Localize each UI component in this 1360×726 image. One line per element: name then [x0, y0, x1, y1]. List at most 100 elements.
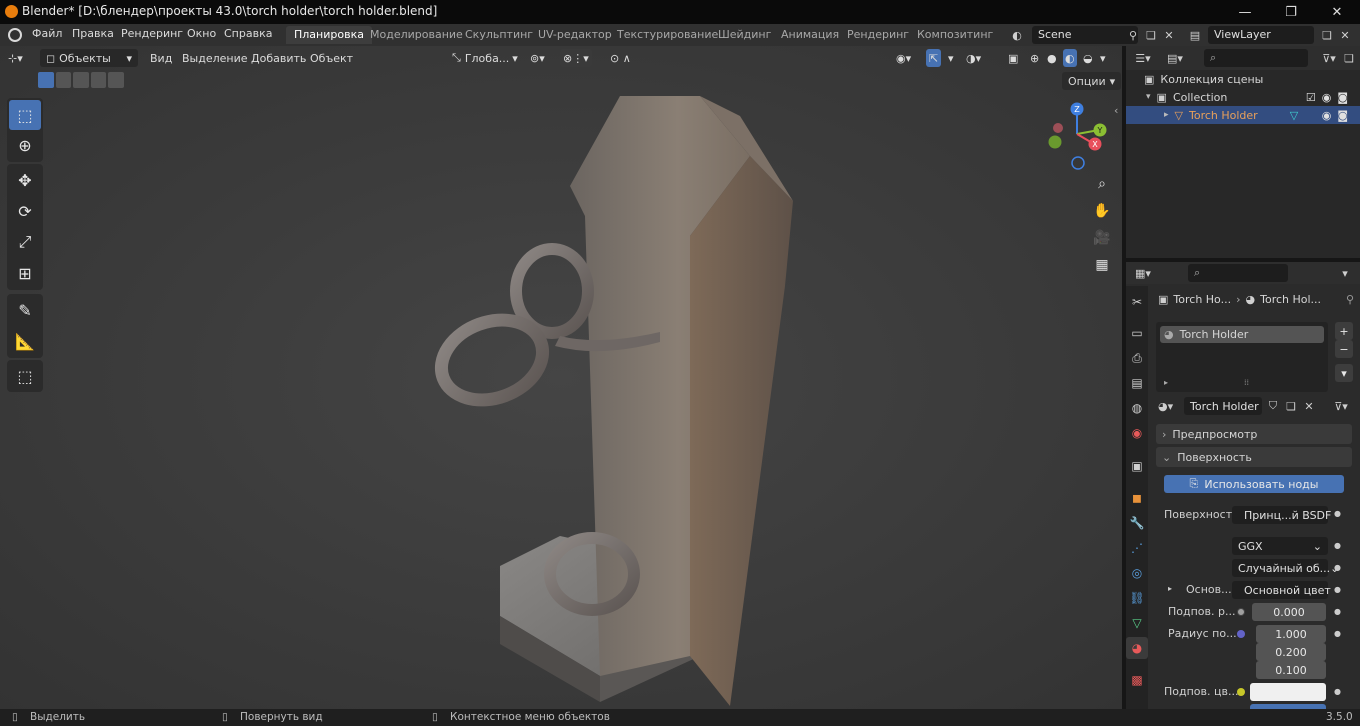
- pin-icon[interactable]: ⚲: [1346, 293, 1354, 306]
- scene-selector[interactable]: Scene: [1032, 26, 1138, 44]
- output-tab-icon[interactable]: ⎙: [1126, 347, 1148, 369]
- subsurface-color-swatch[interactable]: [1250, 683, 1326, 701]
- tab-uv-editing[interactable]: UV-редактор: [530, 26, 620, 44]
- pin-icon[interactable]: ⚲: [1124, 26, 1142, 44]
- sidebar-toggle-icon[interactable]: ‹: [1114, 104, 1118, 117]
- navigation-gizmo[interactable]: Z Y X: [1044, 100, 1114, 174]
- wireframe-shading-icon[interactable]: ⊕: [1030, 49, 1039, 67]
- scene-icon[interactable]: ◐: [1008, 26, 1026, 44]
- editor-type-button[interactable]: ⊹▾: [8, 49, 23, 67]
- zoom-icon[interactable]: ⌕: [1090, 172, 1114, 196]
- keyframe-dot-icon[interactable]: ●: [1334, 687, 1341, 696]
- use-nodes-button[interactable]: ⎘ Использовать ноды: [1164, 475, 1344, 493]
- pivot-point-icon[interactable]: ⊚▾: [530, 49, 545, 67]
- delete-view-layer-icon[interactable]: ✕: [1336, 26, 1354, 44]
- tab-shading[interactable]: Шейдинг: [710, 26, 779, 44]
- outliner-editor-icon[interactable]: ☰▾: [1134, 49, 1152, 67]
- keyframe-dot-icon[interactable]: ●: [1334, 585, 1341, 594]
- tab-layout[interactable]: Планировка: [286, 26, 372, 44]
- tab-animation[interactable]: Анимация: [773, 26, 847, 44]
- render-tab-icon[interactable]: ▭: [1126, 322, 1148, 344]
- menu-add[interactable]: Добавить: [251, 49, 306, 67]
- select-extend-icon[interactable]: [55, 72, 72, 88]
- properties-options-icon[interactable]: ▾: [1336, 264, 1354, 282]
- select-intersect-icon[interactable]: [108, 72, 124, 88]
- mode-dropdown[interactable]: ◻ Объекты ▾: [40, 49, 138, 67]
- transform-tool[interactable]: ⊞: [9, 258, 41, 288]
- perspective-grid-icon[interactable]: ▦: [1090, 253, 1114, 277]
- new-collection-icon[interactable]: ❏: [1340, 49, 1358, 67]
- delete-scene-icon[interactable]: ✕: [1160, 26, 1178, 44]
- surface-shader-field[interactable]: Принц...й BSDF: [1232, 506, 1331, 524]
- radius-x-field[interactable]: 1.000: [1256, 625, 1326, 643]
- subsurface-field[interactable]: 0.000: [1252, 603, 1326, 621]
- shading-dropdown-icon[interactable]: ▾: [1100, 49, 1106, 67]
- collection-tab-icon[interactable]: ▣: [1126, 455, 1148, 477]
- scene-tab-icon[interactable]: ◍: [1126, 397, 1148, 419]
- particles-tab-icon[interactable]: ⋰: [1126, 537, 1148, 559]
- camera-icon[interactable]: ◙: [1337, 91, 1348, 104]
- fake-user-icon[interactable]: ⛉: [1264, 397, 1282, 415]
- material-browse-button[interactable]: ◕▾: [1158, 397, 1182, 415]
- menu-render[interactable]: Рендеринг: [121, 27, 183, 40]
- keyframe-dot-icon[interactable]: ●: [1334, 629, 1341, 638]
- tab-compositing[interactable]: Композитинг: [909, 26, 1001, 44]
- 3d-viewport[interactable]: [0, 46, 1122, 709]
- distribution-dropdown[interactable]: GGX ⌄: [1232, 537, 1328, 555]
- keyframe-dot-icon[interactable]: ●: [1334, 541, 1341, 550]
- constraints-tab-icon[interactable]: ⛓: [1126, 587, 1148, 609]
- material-tab-icon[interactable]: ◕: [1126, 637, 1148, 659]
- tab-texture-paint[interactable]: Текстурирование: [609, 26, 726, 44]
- exclude-checkbox-icon[interactable]: ☑: [1306, 91, 1316, 104]
- xray-icon[interactable]: ▣: [1008, 49, 1018, 67]
- tab-rendering[interactable]: Рендеринг: [839, 26, 917, 44]
- slot-link-icon[interactable]: ⊽▾: [1328, 397, 1354, 415]
- gizmo-neg-x[interactable]: [1053, 123, 1063, 133]
- expand-arrow-icon[interactable]: ▸: [1168, 584, 1172, 593]
- outliner-row-collection[interactable]: ▾ ▣ Collection ☑ ◉ ◙: [1126, 88, 1360, 106]
- radius-z-field[interactable]: 0.100: [1256, 661, 1326, 679]
- menu-select[interactable]: Выделение: [182, 49, 248, 67]
- panel-preview[interactable]: › Предпросмотр: [1156, 424, 1352, 444]
- snap-icon[interactable]: ⊗⋮▾: [560, 49, 592, 67]
- measure-tool[interactable]: 📐: [9, 326, 41, 356]
- select-invert-icon[interactable]: [90, 72, 107, 88]
- properties-search-input[interactable]: ⌕: [1188, 264, 1288, 282]
- camera-view-icon[interactable]: 🎥: [1090, 226, 1114, 250]
- data-tab-icon[interactable]: ▽: [1126, 612, 1148, 634]
- slot-specials-button[interactable]: ▾: [1335, 364, 1353, 382]
- menu-window[interactable]: Окно: [187, 27, 216, 40]
- remove-slot-button[interactable]: −: [1335, 340, 1353, 358]
- select-box-tool[interactable]: ⬚: [9, 100, 41, 130]
- texture-tab-icon[interactable]: ▩: [1126, 669, 1148, 691]
- gizmo-toggle-icon[interactable]: ⇱: [926, 49, 942, 67]
- cursor-tool[interactable]: ⊕: [9, 130, 41, 160]
- expand-arrow-icon[interactable]: ▾: [1146, 92, 1151, 102]
- view-layer-icon[interactable]: ▤: [1186, 26, 1204, 44]
- visibility-icon[interactable]: ◉▾: [896, 49, 911, 67]
- base-color-field[interactable]: Основной цвет: [1232, 581, 1331, 599]
- options-dropdown[interactable]: Опции ▾: [1062, 72, 1122, 90]
- outliner-search-input[interactable]: ⌕: [1204, 49, 1308, 67]
- menu-file[interactable]: Файл: [32, 27, 62, 40]
- duplicate-material-icon[interactable]: ❏: [1282, 397, 1300, 415]
- menu-edit[interactable]: Правка: [72, 27, 114, 40]
- menu-object[interactable]: Объект: [310, 49, 353, 67]
- eye-icon[interactable]: ◉: [1322, 109, 1332, 122]
- modifier-tab-icon[interactable]: 🔧: [1126, 512, 1148, 534]
- overlays-icon[interactable]: ◑▾: [966, 49, 981, 67]
- keyframe-dot-icon[interactable]: ●: [1334, 509, 1341, 518]
- new-view-layer-icon[interactable]: ❏: [1318, 26, 1336, 44]
- tab-modeling[interactable]: Моделирование: [362, 26, 471, 44]
- filter-icon[interactable]: ⊽▾: [1320, 49, 1338, 67]
- select-new-icon[interactable]: [38, 72, 54, 88]
- pan-hand-icon[interactable]: ✋: [1090, 199, 1114, 223]
- move-tool[interactable]: ✥: [9, 165, 41, 195]
- rendered-shading-icon[interactable]: ◒: [1083, 49, 1093, 67]
- solid-shading-icon[interactable]: ●: [1047, 49, 1057, 67]
- world-tab-icon[interactable]: ◉: [1126, 422, 1148, 444]
- camera-icon[interactable]: ◙: [1337, 109, 1348, 122]
- radius-y-field[interactable]: 0.200: [1256, 643, 1326, 661]
- physics-tab-icon[interactable]: ◎: [1126, 562, 1148, 584]
- subsurface-method-dropdown[interactable]: Случайный об... ⌄: [1232, 559, 1339, 577]
